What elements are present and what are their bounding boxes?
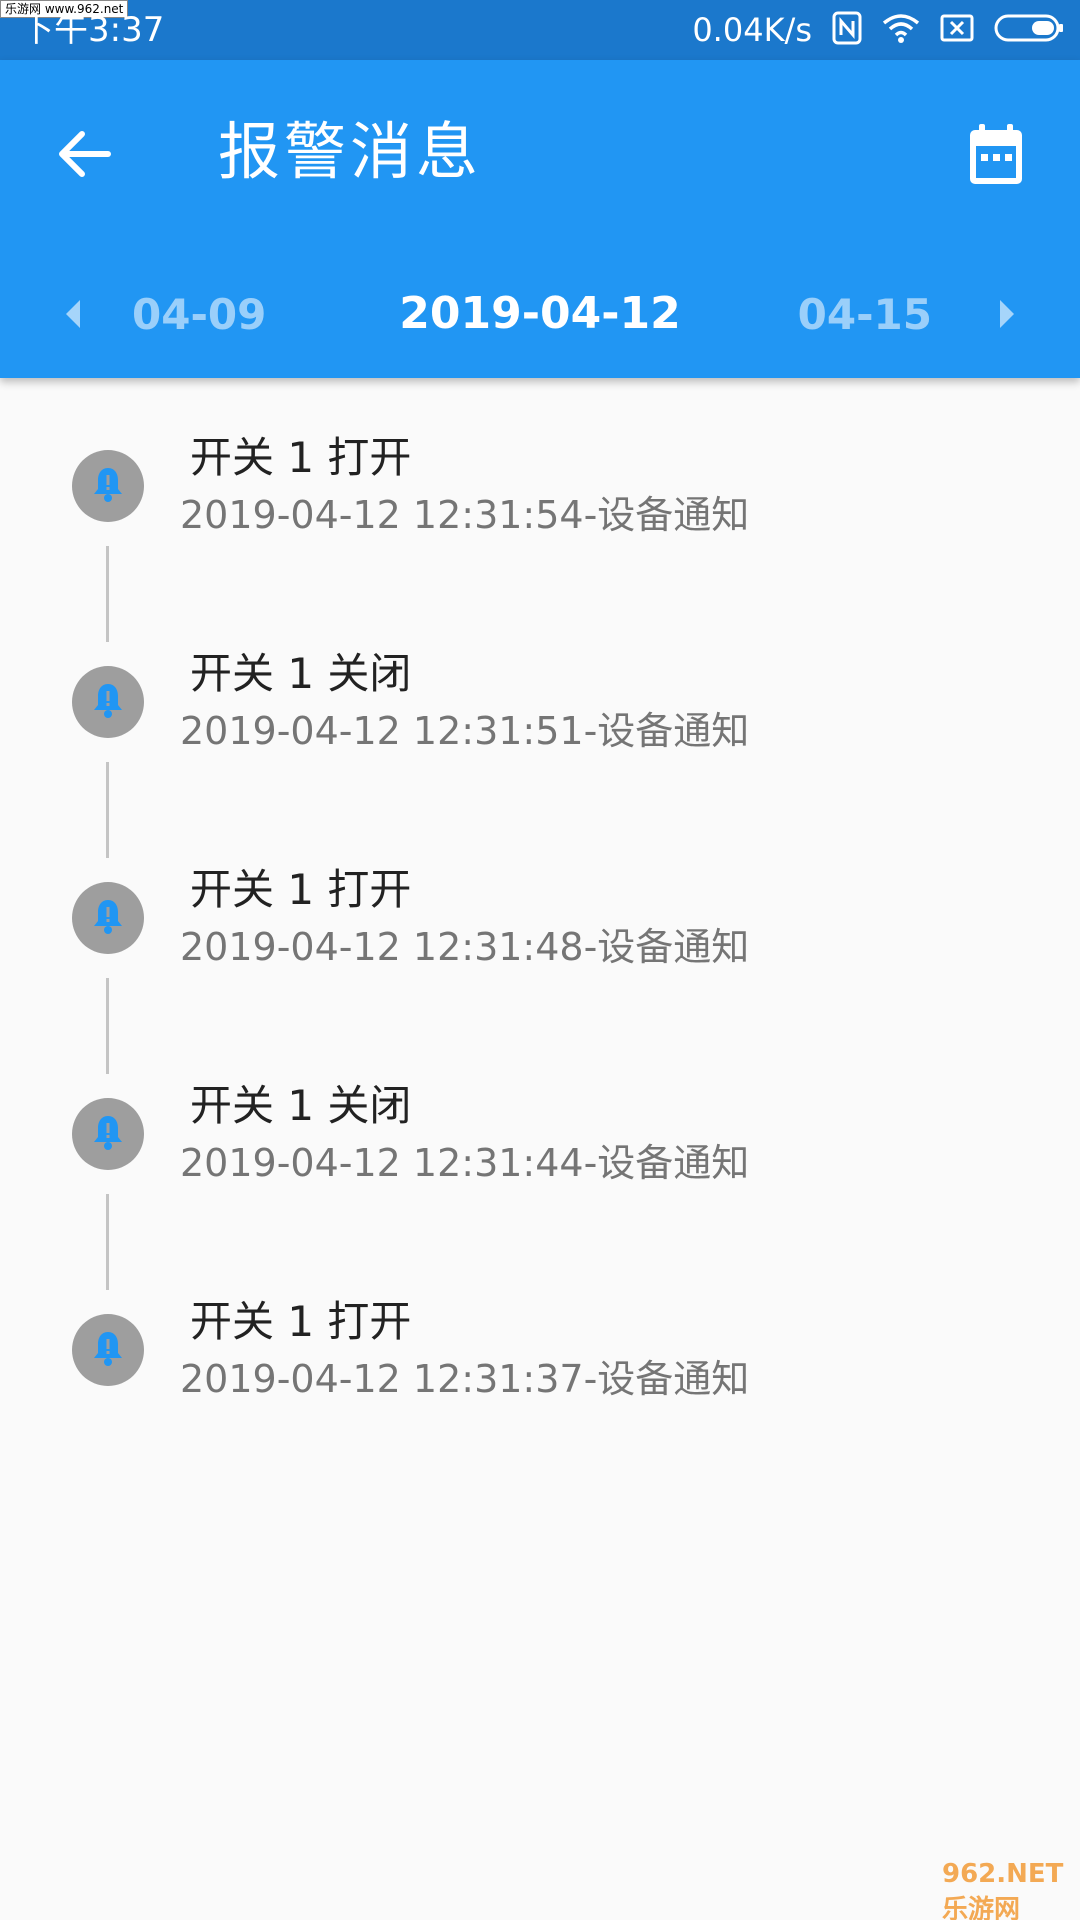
bell-icon: [91, 681, 125, 723]
arrow-back-icon: [56, 128, 112, 184]
alarm-title: 开关 1 打开: [190, 865, 412, 914]
wifi-icon: [882, 13, 920, 47]
alarm-messages-screen: 乐游网 www.962.net 下午3:37 0.04K/s 报警消息 04-0…: [0, 0, 1080, 1920]
alarm-circle: [72, 666, 144, 738]
triangle-right-icon: [1000, 300, 1014, 328]
bell-icon: [91, 1329, 125, 1371]
next-date-button[interactable]: [992, 292, 1022, 336]
back-button[interactable]: [40, 112, 128, 200]
alarm-detail: 2019-04-12 12:31:48-设备通知: [180, 925, 750, 969]
alarm-title: 开关 1 打开: [190, 1297, 412, 1346]
alarm-item[interactable]: 开关 1 打开 2019-04-12 12:31:48-设备通知: [0, 850, 1080, 1074]
alarm-item[interactable]: 开关 1 关闭 2019-04-12 12:31:51-设备通知: [0, 634, 1080, 858]
calendar-icon: [967, 122, 1025, 190]
alarm-title: 开关 1 关闭: [190, 649, 412, 698]
bell-icon: [91, 897, 125, 939]
watermark-bottom: 962.NET 乐游网: [942, 1858, 1064, 1920]
alarm-item[interactable]: 开关 1 打开 2019-04-12 12:31:54-设备通知: [0, 418, 1080, 642]
bell-icon: [91, 1113, 125, 1155]
page-title: 报警消息: [218, 115, 483, 188]
app-bar: 报警消息 04-09 2019-04-12 04-15: [0, 60, 1080, 378]
alarm-detail: 2019-04-12 12:31:37-设备通知: [180, 1357, 750, 1401]
alarm-timeline: 开关 1 打开 2019-04-12 12:31:54-设备通知 开关 1 关闭…: [0, 418, 1080, 1498]
timeline-connector: [106, 1194, 109, 1290]
sim-off-icon: [940, 13, 974, 47]
alarm-circle: [72, 1098, 144, 1170]
alarm-item[interactable]: 开关 1 关闭 2019-04-12 12:31:44-设备通知: [0, 1066, 1080, 1290]
alarm-detail: 2019-04-12 12:31:54-设备通知: [180, 493, 750, 537]
alarm-item[interactable]: 开关 1 打开 2019-04-12 12:31:37-设备通知: [0, 1282, 1080, 1498]
alarm-title: 开关 1 打开: [190, 433, 412, 482]
timeline-connector: [106, 762, 109, 858]
alarm-circle: [72, 882, 144, 954]
alarm-detail: 2019-04-12 12:31:44-设备通知: [180, 1141, 750, 1185]
alarm-detail: 2019-04-12 12:31:51-设备通知: [180, 709, 750, 753]
timeline-connector: [106, 978, 109, 1074]
status-indicators: 0.04K/s: [692, 8, 1064, 52]
status-bar: 乐游网 www.962.net 下午3:37 0.04K/s: [0, 0, 1080, 60]
battery-icon: [994, 13, 1064, 47]
calendar-button[interactable]: [952, 108, 1040, 204]
date-navigator: 04-09 2019-04-12 04-15: [0, 270, 1080, 360]
alarm-circle: [72, 450, 144, 522]
bell-icon: [91, 465, 125, 507]
alarm-circle: [72, 1314, 144, 1386]
status-time: 下午3:37: [20, 10, 165, 50]
timeline-connector: [106, 546, 109, 642]
network-speed: 0.04K/s: [692, 11, 812, 49]
nfc-icon: [832, 11, 862, 49]
next-date[interactable]: 04-15: [798, 288, 932, 342]
alarm-title: 开关 1 关闭: [190, 1081, 412, 1130]
